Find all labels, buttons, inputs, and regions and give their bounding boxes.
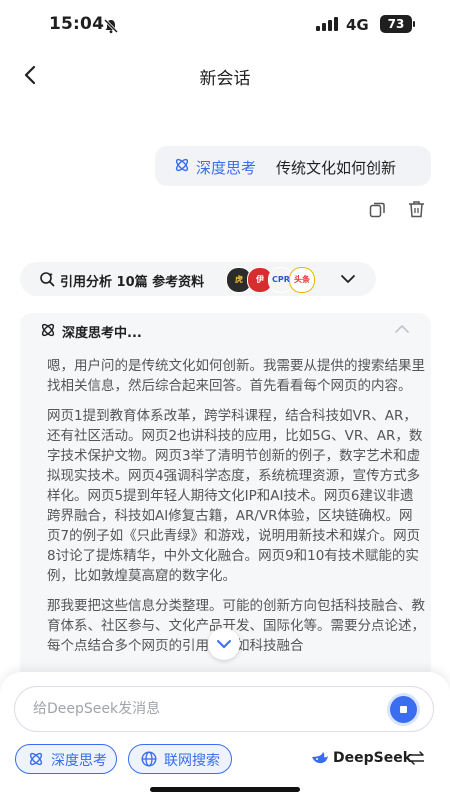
network-type: 4G: [346, 16, 369, 34]
copy-icon[interactable]: [369, 201, 386, 218]
thinking-paragraph: 嗯，用户问的是传统文化如何创新。我需要从提供的搜索结果里找相关信息，然后综合起来…: [47, 358, 425, 394]
message-input[interactable]: [14, 686, 434, 732]
scroll-to-bottom-button[interactable]: [208, 628, 240, 660]
globe-icon: [141, 751, 157, 767]
web-search-toggle[interactable]: 联网搜索: [128, 744, 232, 774]
search-quote-icon: [40, 272, 55, 287]
deepthink-atom-icon: [175, 158, 189, 172]
status-time: 15:04: [49, 14, 105, 34]
switch-arrows-icon[interactable]: [409, 751, 425, 765]
battery-tip: [413, 21, 415, 27]
references-label: 引用分析 10篇 参考资料: [60, 275, 205, 290]
deep-think-label: 深度思考: [51, 753, 107, 769]
model-name: DeepSeek: [333, 750, 413, 766]
page-title: 新会话: [199, 69, 251, 89]
stop-icon: [400, 706, 407, 713]
deepthink-tag-label: 深度思考: [196, 159, 257, 177]
trash-icon[interactable]: [408, 200, 425, 218]
whale-logo-icon: [312, 752, 328, 764]
thinking-title: 深度思考中...: [62, 326, 142, 341]
chevron-down-icon: [217, 640, 231, 648]
chevron-up-icon[interactable]: [394, 323, 410, 335]
web-search-label: 联网搜索: [164, 753, 220, 769]
deepthink-atom-icon: [41, 323, 55, 337]
signal-icon: [316, 17, 338, 31]
deep-think-toggle[interactable]: 深度思考: [15, 744, 117, 774]
bell-muted-icon: [103, 18, 119, 34]
user-message-text: 传统文化如何创新: [276, 159, 397, 177]
deepthink-atom-icon: [29, 752, 43, 766]
battery-icon: 73: [380, 15, 412, 33]
thinking-content: 嗯，用户问的是传统文化如何创新。我需要从提供的搜索结果里找相关信息，然后综合起来…: [47, 356, 425, 651]
thinking-paragraph: 网页1提到教育体系改革，跨学科课程，结合科技如VR、AR，还有社区活动。网页2也…: [47, 408, 423, 584]
home-indicator: [150, 787, 300, 792]
source-favicon: 头条: [289, 267, 315, 293]
chevron-down-icon[interactable]: [339, 270, 357, 288]
